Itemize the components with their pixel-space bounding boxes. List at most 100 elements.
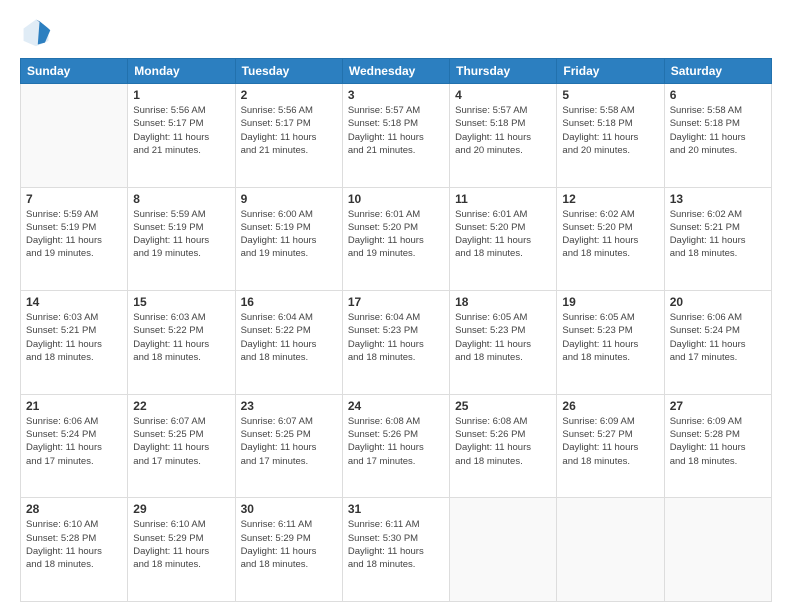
day-number: 13 <box>670 192 766 206</box>
col-wednesday: Wednesday <box>342 59 449 84</box>
calendar-week-row: 1 Sunrise: 5:56 AMSunset: 5:17 PMDaylight… <box>21 84 772 188</box>
day-info: Sunrise: 5:56 AMSunset: 5:17 PMDaylight:… <box>133 104 229 157</box>
table-row: 3 Sunrise: 5:57 AMSunset: 5:18 PMDaylight… <box>342 84 449 188</box>
day-info: Sunrise: 5:57 AMSunset: 5:18 PMDaylight:… <box>348 104 444 157</box>
day-info: Sunrise: 6:09 AMSunset: 5:27 PMDaylight:… <box>562 415 658 468</box>
table-row: 30 Sunrise: 6:11 AMSunset: 5:29 PMDayligh… <box>235 498 342 602</box>
logo-icon <box>20 16 52 48</box>
day-number: 25 <box>455 399 551 413</box>
table-row: 31Sunrise: 6:11 AMSunset: 5:30 PMDayligh… <box>342 498 449 602</box>
day-number: 1 <box>133 88 229 102</box>
day-number: 12 <box>562 192 658 206</box>
day-info: Sunrise: 6:03 AMSunset: 5:21 PMDaylight:… <box>26 311 122 364</box>
day-info: Sunrise: 6:05 AMSunset: 5:23 PMDaylight:… <box>455 311 551 364</box>
day-info: Sunrise: 5:59 AMSunset: 5:19 PMDaylight:… <box>26 208 122 261</box>
table-row: 18 Sunrise: 6:05 AMSunset: 5:23 PMDayligh… <box>450 291 557 395</box>
day-info: Sunrise: 6:06 AMSunset: 5:24 PMDaylight:… <box>26 415 122 468</box>
table-row: 28 Sunrise: 6:10 AMSunset: 5:28 PMDayligh… <box>21 498 128 602</box>
table-row: 1 Sunrise: 5:56 AMSunset: 5:17 PMDaylight… <box>128 84 235 188</box>
day-info: Sunrise: 6:01 AMSunset: 5:20 PMDaylight:… <box>348 208 444 261</box>
day-number: 17 <box>348 295 444 309</box>
day-number: 7 <box>26 192 122 206</box>
table-row: 4 Sunrise: 5:57 AMSunset: 5:18 PMDaylight… <box>450 84 557 188</box>
table-row <box>450 498 557 602</box>
col-sunday: Sunday <box>21 59 128 84</box>
col-tuesday: Tuesday <box>235 59 342 84</box>
table-row: 24Sunrise: 6:08 AMSunset: 5:26 PMDayligh… <box>342 394 449 498</box>
day-number: 3 <box>348 88 444 102</box>
day-info: Sunrise: 6:02 AMSunset: 5:21 PMDaylight:… <box>670 208 766 261</box>
day-info: Sunrise: 5:58 AMSunset: 5:18 PMDaylight:… <box>562 104 658 157</box>
day-info: Sunrise: 6:10 AMSunset: 5:29 PMDaylight:… <box>133 518 229 571</box>
table-row: 29Sunrise: 6:10 AMSunset: 5:29 PMDayligh… <box>128 498 235 602</box>
day-info: Sunrise: 5:58 AMSunset: 5:18 PMDaylight:… <box>670 104 766 157</box>
table-row: 5 Sunrise: 5:58 AMSunset: 5:18 PMDaylight… <box>557 84 664 188</box>
page: Sunday Monday Tuesday Wednesday Thursday… <box>0 0 792 612</box>
table-row: 19 Sunrise: 6:05 AMSunset: 5:23 PMDayligh… <box>557 291 664 395</box>
day-info: Sunrise: 6:06 AMSunset: 5:24 PMDaylight:… <box>670 311 766 364</box>
day-number: 4 <box>455 88 551 102</box>
col-friday: Friday <box>557 59 664 84</box>
day-number: 6 <box>670 88 766 102</box>
table-row: 8Sunrise: 5:59 AMSunset: 5:19 PMDaylight… <box>128 187 235 291</box>
header <box>20 16 772 48</box>
table-row: 9Sunrise: 6:00 AMSunset: 5:19 PMDaylight… <box>235 187 342 291</box>
day-number: 26 <box>562 399 658 413</box>
day-info: Sunrise: 6:05 AMSunset: 5:23 PMDaylight:… <box>562 311 658 364</box>
day-info: Sunrise: 6:03 AMSunset: 5:22 PMDaylight:… <box>133 311 229 364</box>
table-row: 16Sunrise: 6:04 AMSunset: 5:22 PMDayligh… <box>235 291 342 395</box>
table-row: 22 Sunrise: 6:07 AMSunset: 5:25 PMDayligh… <box>128 394 235 498</box>
day-number: 30 <box>241 502 337 516</box>
day-number: 19 <box>562 295 658 309</box>
calendar-week-row: 21Sunrise: 6:06 AMSunset: 5:24 PMDayligh… <box>21 394 772 498</box>
day-info: Sunrise: 6:11 AMSunset: 5:29 PMDaylight:… <box>241 518 337 571</box>
day-number: 14 <box>26 295 122 309</box>
day-number: 27 <box>670 399 766 413</box>
table-row: 11Sunrise: 6:01 AMSunset: 5:20 PMDayligh… <box>450 187 557 291</box>
table-row: 25Sunrise: 6:08 AMSunset: 5:26 PMDayligh… <box>450 394 557 498</box>
table-row: 7 Sunrise: 5:59 AMSunset: 5:19 PMDaylight… <box>21 187 128 291</box>
calendar-header-row: Sunday Monday Tuesday Wednesday Thursday… <box>21 59 772 84</box>
day-info: Sunrise: 6:02 AMSunset: 5:20 PMDaylight:… <box>562 208 658 261</box>
day-info: Sunrise: 6:09 AMSunset: 5:28 PMDaylight:… <box>670 415 766 468</box>
table-row: 10 Sunrise: 6:01 AMSunset: 5:20 PMDayligh… <box>342 187 449 291</box>
day-info: Sunrise: 5:57 AMSunset: 5:18 PMDaylight:… <box>455 104 551 157</box>
col-thursday: Thursday <box>450 59 557 84</box>
table-row <box>21 84 128 188</box>
day-number: 24 <box>348 399 444 413</box>
calendar-week-row: 7 Sunrise: 5:59 AMSunset: 5:19 PMDaylight… <box>21 187 772 291</box>
day-number: 31 <box>348 502 444 516</box>
day-info: Sunrise: 6:00 AMSunset: 5:19 PMDaylight:… <box>241 208 337 261</box>
day-number: 28 <box>26 502 122 516</box>
day-info: Sunrise: 6:04 AMSunset: 5:23 PMDaylight:… <box>348 311 444 364</box>
table-row: 15 Sunrise: 6:03 AMSunset: 5:22 PMDayligh… <box>128 291 235 395</box>
day-number: 22 <box>133 399 229 413</box>
table-row: 12 Sunrise: 6:02 AMSunset: 5:20 PMDayligh… <box>557 187 664 291</box>
table-row: 20Sunrise: 6:06 AMSunset: 5:24 PMDayligh… <box>664 291 771 395</box>
day-number: 5 <box>562 88 658 102</box>
day-info: Sunrise: 5:56 AMSunset: 5:17 PMDaylight:… <box>241 104 337 157</box>
table-row: 2 Sunrise: 5:56 AMSunset: 5:17 PMDaylight… <box>235 84 342 188</box>
logo <box>20 16 56 48</box>
table-row: 14 Sunrise: 6:03 AMSunset: 5:21 PMDayligh… <box>21 291 128 395</box>
day-info: Sunrise: 6:07 AMSunset: 5:25 PMDaylight:… <box>241 415 337 468</box>
table-row: 21Sunrise: 6:06 AMSunset: 5:24 PMDayligh… <box>21 394 128 498</box>
day-info: Sunrise: 5:59 AMSunset: 5:19 PMDaylight:… <box>133 208 229 261</box>
day-number: 18 <box>455 295 551 309</box>
col-saturday: Saturday <box>664 59 771 84</box>
day-number: 23 <box>241 399 337 413</box>
day-info: Sunrise: 6:10 AMSunset: 5:28 PMDaylight:… <box>26 518 122 571</box>
calendar-week-row: 28 Sunrise: 6:10 AMSunset: 5:28 PMDayligh… <box>21 498 772 602</box>
day-number: 11 <box>455 192 551 206</box>
day-number: 2 <box>241 88 337 102</box>
table-row: 23 Sunrise: 6:07 AMSunset: 5:25 PMDayligh… <box>235 394 342 498</box>
table-row <box>557 498 664 602</box>
day-number: 16 <box>241 295 337 309</box>
day-number: 10 <box>348 192 444 206</box>
calendar-table: Sunday Monday Tuesday Wednesday Thursday… <box>20 58 772 602</box>
day-info: Sunrise: 6:07 AMSunset: 5:25 PMDaylight:… <box>133 415 229 468</box>
table-row: 27 Sunrise: 6:09 AMSunset: 5:28 PMDayligh… <box>664 394 771 498</box>
col-monday: Monday <box>128 59 235 84</box>
day-number: 15 <box>133 295 229 309</box>
table-row: 26 Sunrise: 6:09 AMSunset: 5:27 PMDayligh… <box>557 394 664 498</box>
